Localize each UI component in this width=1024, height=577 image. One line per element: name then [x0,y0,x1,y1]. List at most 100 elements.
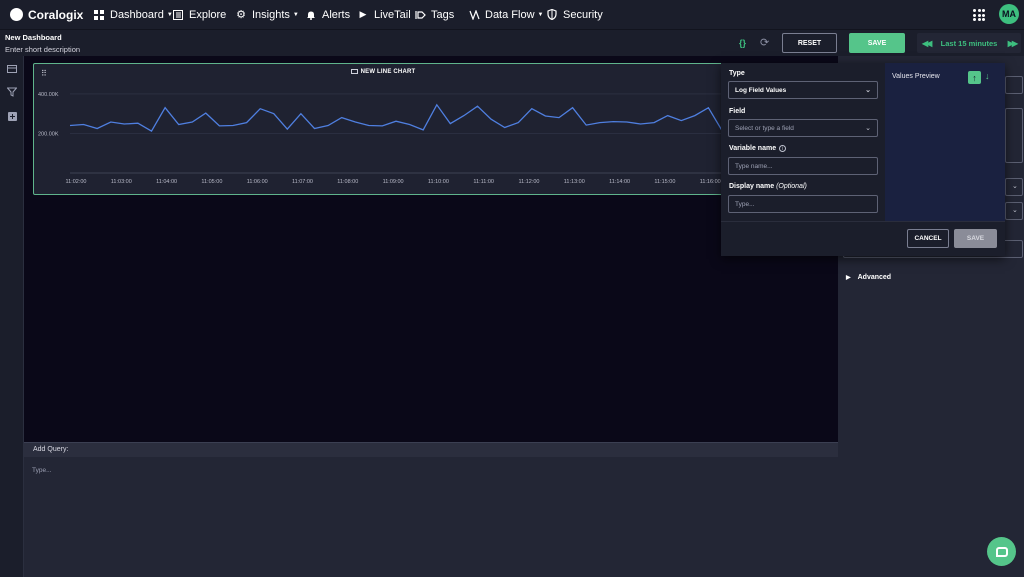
sort-descending-icon[interactable]: ↓ [985,71,990,81]
code-braces-icon[interactable]: {} [739,38,746,48]
display-name-placeholder: Type... [735,200,755,208]
y-tick-label: 200.00K [38,131,59,137]
display-name-input[interactable]: Type... [728,195,878,213]
x-tick-label: 11:07:00 [292,179,313,185]
left-sidebar [0,56,24,577]
nav-security[interactable]: Security [546,0,603,29]
type-label: Type [729,70,745,77]
nav-tags[interactable]: Tags [414,0,454,29]
nav-insights-label: Insights [252,8,290,21]
refresh-icon[interactable]: ⟳ [760,36,769,49]
save-button[interactable]: SAVE [849,33,905,53]
variable-editor-popup: Type Log Field Values ⌄ Field Select or … [721,63,1005,256]
x-tick-label: 11:11:00 [473,179,494,185]
nav-insights[interactable]: ⚙ Insights ▼ [235,0,299,29]
filter-icon[interactable] [7,87,17,97]
top-navbar: Coralogix Dashboard ▼ Explore ⚙ Insights ▼… [0,0,1024,29]
apps-grid-icon[interactable] [973,9,985,21]
optional-hint: (Optional) [776,183,807,190]
y-tick-label: 400.00K [38,92,59,98]
field-label: Field [729,108,746,115]
nav-dashboard-label: Dashboard [110,8,164,21]
nav-explore-label: Explore [189,8,227,21]
dashboard-description[interactable]: Enter short description [5,45,80,54]
field-placeholder: Select or type a field [735,124,794,132]
series-line[interactable] [69,103,723,132]
nav-explore[interactable]: Explore [172,0,226,29]
type-value: Log Field Values [735,86,787,94]
nav-livetail[interactable]: ▶ LiveTail [357,0,411,29]
user-avatar[interactable]: MA [999,4,1019,24]
play-icon: ▶ [359,9,367,19]
line-chart: 400.00K 200.00K 11:02:00 11:03:00 11:04:00 11… [38,92,724,185]
reset-button[interactable]: RESET [782,33,837,53]
variable-name-label: Variable name i [729,145,787,152]
data-flow-icon [468,9,480,21]
chevron-down-icon: ⌄ [865,87,871,94]
dashboard-header: New Dashboard Enter short description {}… [0,29,1024,56]
x-tick-label: 11:15:00 [654,179,675,185]
rewind-icon[interactable]: ◀◀ [922,39,932,48]
variable-name-label-text: Variable name [729,145,777,152]
time-range-label: Last 15 minutes [940,38,998,48]
x-tick-label: 11:05:00 [201,179,222,185]
x-tick-label: 11:12:00 [518,179,539,185]
query-header: Add Query: [24,442,838,457]
nav-tags-label: Tags [431,8,455,21]
x-tick-label: 11:16:00 [700,179,721,185]
nav-data-flow[interactable]: Data Flow ▼ [468,0,543,29]
info-icon[interactable]: i [779,145,787,152]
query-input[interactable]: Type... [24,457,838,577]
chat-support-button[interactable] [987,537,1016,566]
x-tick-label: 11:13:00 [564,179,585,185]
values-preview-title: Values Preview [892,73,940,80]
cancel-button[interactable]: CANCEL [907,229,949,248]
x-tick-label: 11:09:00 [383,179,404,185]
values-preview: Values Preview ↑ ↓ [885,63,1005,221]
nav-data-flow-label: Data Flow [485,8,535,21]
chevron-down-icon: ⌄ [1012,207,1018,214]
display-name-label-text: Display name [729,183,775,190]
variable-name-placeholder: Type name... [735,162,773,170]
bell-icon [305,9,317,21]
nav-dashboard[interactable]: Dashboard ▼ [93,0,173,29]
time-range-picker[interactable]: ◀◀ Last 15 minutes ▶▶ [917,33,1021,53]
dashboards-list-icon[interactable] [7,64,17,74]
nav-alerts-label: Alerts [322,8,351,21]
panel-select[interactable]: ⌄ [1005,202,1023,220]
add-widget-icon[interactable] [7,111,17,121]
x-tick-label: 11:06:00 [247,179,268,185]
popup-save-button[interactable]: SAVE [954,229,997,248]
gear-icon: ⚙ [236,9,246,21]
chevron-down-icon: ⌄ [865,125,871,132]
brand-logo[interactable]: Coralogix [10,8,90,22]
line-chart-widget[interactable]: ⠿ NEW LINE CHART 400.00K 200.00K 11:02:00 1… [33,63,733,195]
fast-forward-icon[interactable]: ▶▶ [1008,39,1018,48]
chevron-down-icon: ▼ [292,11,299,18]
type-select[interactable]: Log Field Values ⌄ [728,81,878,99]
x-tick-label: 11:02:00 [65,179,86,185]
variable-name-input[interactable]: Type name... [728,157,878,175]
nav-livetail-label: LiveTail [374,8,411,21]
advanced-toggle[interactable]: ▶ Advanced [846,274,891,281]
brand-name: Coralogix [28,7,84,22]
panel-textarea[interactable] [1005,108,1023,163]
x-tick-label: 11:10:00 [428,179,449,185]
chevron-down-icon: ▼ [537,11,544,18]
x-tick-label: 11:04:00 [156,179,177,185]
sort-ascending-icon[interactable]: ↑ [968,71,981,84]
tag-icon [414,9,426,21]
field-select[interactable]: Select or type a field ⌄ [728,119,878,137]
triangle-right-icon: ▶ [846,275,851,281]
panel-select[interactable]: ⌄ [1005,178,1023,196]
nav-security-label: Security [563,8,603,21]
panel-input-field[interactable] [1005,76,1023,94]
x-tick-label: 11:08:00 [337,179,358,185]
explore-icon [172,9,184,21]
display-name-label: Display name (Optional) [729,183,807,190]
grid-icon [93,9,105,21]
variable-form: Type Log Field Values ⌄ Field Select or … [721,63,885,221]
dashboard-title[interactable]: New Dashboard [5,33,62,42]
nav-alerts[interactable]: Alerts [305,0,350,29]
chevron-down-icon: ⌄ [1012,183,1018,190]
